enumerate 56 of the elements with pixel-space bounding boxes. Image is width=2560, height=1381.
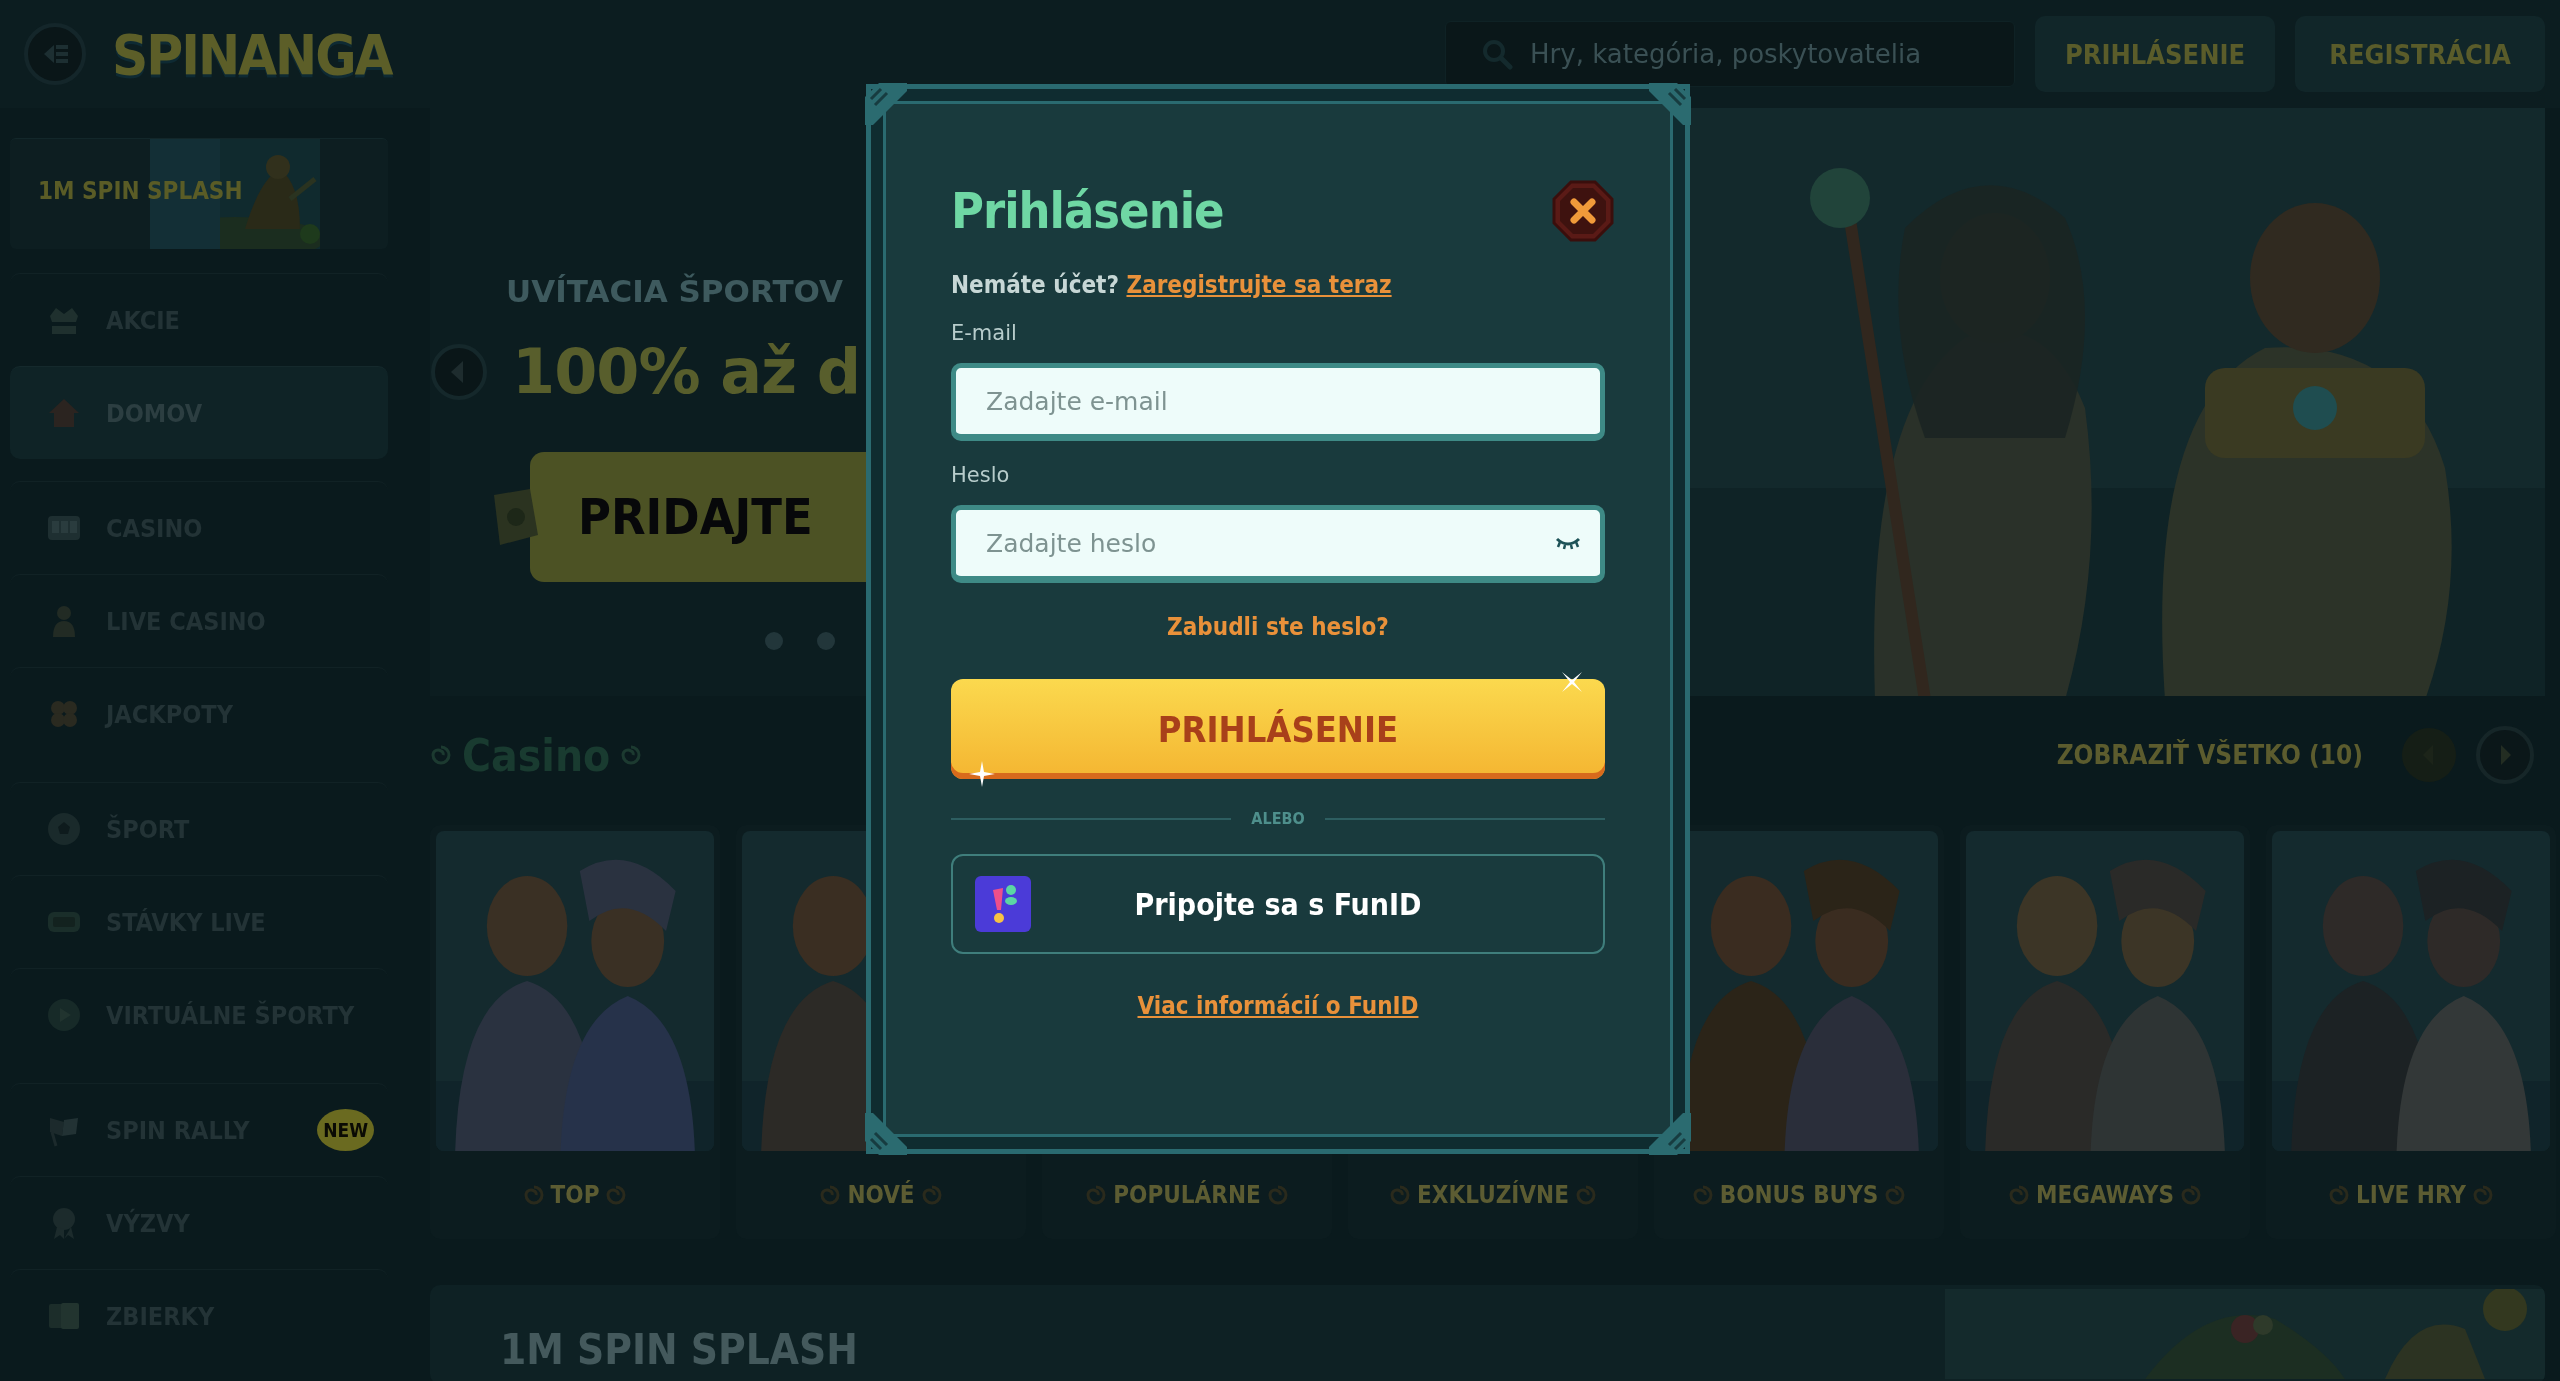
category-label: TOP (550, 1180, 600, 1209)
swirl-icon (2471, 1183, 2494, 1206)
category-label: MEGAWAYS (2036, 1180, 2174, 1209)
funid-logo-icon (975, 876, 1031, 932)
category-label: EXKLUZÍVNE (1417, 1180, 1569, 1209)
swirl-icon (2179, 1183, 2202, 1206)
promo-banner[interactable]: 1M SPIN SPLASH (430, 1284, 2545, 1381)
swirl-icon (819, 1183, 842, 1206)
banner-title: 1M SPIN SPLASH (38, 177, 243, 205)
closed-eye-icon[interactable] (1555, 536, 1581, 550)
sparkle-icon (1559, 669, 1585, 695)
swirl-icon (620, 744, 643, 767)
category-label: BONUS BUYS (1719, 1180, 1879, 1209)
swirl-icon (522, 1183, 545, 1206)
swirl-icon (920, 1183, 943, 1206)
banner-title: 1M SPIN SPLASH (499, 1323, 859, 1374)
swirl-icon (2328, 1183, 2351, 1206)
forgot-password-link[interactable]: Zabudli ste heslo? (1167, 613, 1389, 641)
password-field[interactable]: Zadajte heslo (951, 505, 1605, 583)
category-label: POPULÁRNE (1113, 1180, 1261, 1209)
field-label: Heslo (951, 463, 1011, 489)
dialog-title: Prihlásenie (951, 182, 1224, 240)
category-label: NOVÉ (847, 1180, 915, 1209)
play-icon (46, 997, 82, 1033)
swirl-icon (1389, 1183, 1412, 1206)
new-badge: NEW (317, 1109, 374, 1151)
hero-subtitle: UVÍTACIA ŠPORTOV (505, 273, 845, 309)
carousel-dot[interactable] (765, 632, 783, 650)
swirl-icon (1085, 1183, 1108, 1206)
view-all-link[interactable]: ZOBRAZIŤ VŠETKO (10) (2056, 740, 2363, 771)
promo-banner[interactable]: 1M SPIN SPLASH (10, 138, 388, 249)
register-button[interactable]: REGISTRÁCIA (2295, 16, 2545, 92)
login-button[interactable]: PRIHLÁSENIE (951, 679, 1605, 779)
menu-icon[interactable] (24, 23, 86, 85)
login-button[interactable]: PRIHLÁSENIE (2035, 16, 2275, 92)
swirl-icon (1884, 1183, 1907, 1206)
swirl-icon (1574, 1183, 1597, 1206)
swirl-icon (2008, 1183, 2030, 1206)
search-field[interactable]: Hry, kategória, poskytovatelia (1445, 21, 2015, 87)
category-label: LIVE HRY (2356, 1180, 2466, 1209)
funid-button[interactable]: Pripojte sa s FunID (951, 854, 1605, 954)
divider-label: ALEBO (1251, 809, 1305, 828)
carousel-dot[interactable] (817, 632, 835, 650)
swirl-icon (430, 744, 452, 767)
swirl-icon (1691, 1183, 1714, 1206)
register-prompt: Nemáte účet? (951, 271, 1119, 299)
close-icon[interactable] (1551, 179, 1615, 243)
logo[interactable]: SPINANGA (106, 21, 398, 87)
sparkle-icon (969, 761, 995, 787)
register-link[interactable]: Zaregistrujte sa teraz (1126, 271, 1392, 299)
email-field[interactable]: Zadajte e-mail (951, 363, 1605, 441)
hero-headline: 100% až d (512, 335, 860, 408)
swirl-icon (605, 1183, 628, 1206)
swirl-icon (1266, 1183, 1289, 1206)
field-label: E-mail (951, 321, 1018, 347)
funid-info-link[interactable]: Viac informácií o FunID (1137, 992, 1419, 1020)
